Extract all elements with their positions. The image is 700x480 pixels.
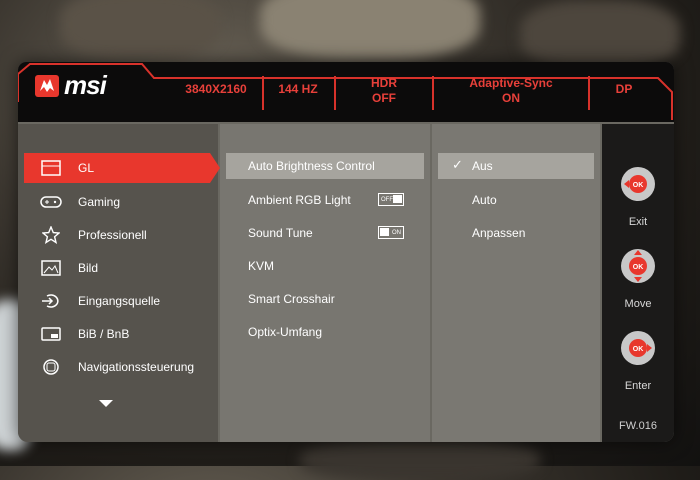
submenu-item-label: Ambient RGB Light: [248, 193, 351, 207]
menu-item-bild[interactable]: Bild: [24, 253, 210, 283]
option-auto[interactable]: Auto: [438, 187, 594, 213]
input-readout: DP: [615, 82, 633, 96]
menu-item-label: BiB / BnB: [78, 327, 130, 341]
menu-item-navigationssteuerung[interactable]: Navigationssteuerung: [24, 352, 210, 382]
submenu-item-ambient-rgb[interactable]: Ambient RGB Light OFF: [226, 187, 424, 213]
option-aus[interactable]: ✓ Aus: [438, 153, 594, 179]
dragon-icon: [35, 74, 59, 97]
menu-item-eingangsquelle[interactable]: Eingangsquelle: [24, 286, 210, 316]
osd-panel: msi 3840X2160 144 HZ HDR OFF Adaptive-Sy…: [18, 62, 674, 442]
menu-item-gl[interactable]: GL: [24, 153, 220, 183]
move-joystick-icon: OK: [620, 248, 656, 289]
submenu-item-smart-crosshair[interactable]: Smart Crosshair: [226, 286, 424, 312]
menu-item-label: Navigationssteuerung: [78, 360, 195, 374]
input-source-icon: [40, 292, 62, 310]
submenu-item-label: Sound Tune: [248, 226, 313, 240]
hdr-label: HDR: [371, 76, 397, 90]
menu-item-label: Eingangsquelle: [78, 294, 161, 308]
sync-status: Adaptive-Sync ON: [438, 76, 584, 106]
option-anpassen[interactable]: Anpassen: [438, 220, 594, 246]
menu-item-gaming[interactable]: Gaming: [24, 187, 210, 217]
header-divider: [588, 76, 590, 110]
submenu-item-label: Smart Crosshair: [248, 292, 335, 306]
hdr-status: HDR OFF: [340, 76, 428, 106]
image-icon: [40, 259, 62, 277]
toggle-state: ON: [392, 229, 401, 236]
move-label: Move: [624, 298, 652, 310]
resolution-readout: 3840X2160: [185, 82, 247, 96]
exit-label: Exit: [628, 216, 648, 228]
submenu-item-label: KVM: [248, 259, 275, 273]
header-divider: [432, 76, 434, 110]
header-bar: msi 3840X2160 144 HZ HDR OFF Adaptive-Sy…: [18, 62, 674, 122]
ambient-rgb-toggle[interactable]: OFF: [378, 193, 404, 206]
submenu-item-auto-brightness[interactable]: Auto Brightness Control: [226, 153, 424, 179]
exit-joystick-icon: OK: [620, 166, 656, 207]
navigation-icon: [40, 358, 62, 376]
star-icon: [40, 226, 62, 244]
menu-item-label: Bild: [78, 261, 99, 275]
header-divider: [334, 76, 336, 110]
sync-label: Adaptive-Sync: [469, 76, 553, 90]
enter-label: Enter: [624, 380, 652, 392]
chevron-down-icon[interactable]: [98, 396, 114, 414]
menu-item-bib-bnb[interactable]: BiB / BnB: [24, 319, 210, 349]
panel-icon: [40, 159, 62, 177]
refresh-readout: 144 HZ: [278, 82, 318, 96]
firmware-version: FW.016: [619, 420, 657, 432]
hdr-value: OFF: [372, 91, 396, 105]
submenu-item-label: Optix-Umfang: [248, 325, 323, 339]
menu-item-professionell[interactable]: Professionell: [24, 220, 210, 250]
pip-icon: [40, 325, 62, 343]
svg-text:OK: OK: [633, 182, 644, 189]
main-menu: GL Gaming Professionell Bild Eingangsque…: [18, 124, 220, 442]
option-label: Anpassen: [472, 226, 526, 240]
svg-text:OK: OK: [633, 264, 644, 271]
enter-joystick-icon: OK: [620, 330, 656, 371]
submenu-item-optix-umfang[interactable]: Optix-Umfang: [226, 319, 424, 345]
checkmark-icon: ✓: [452, 157, 463, 172]
menu-item-label: Gaming: [78, 195, 121, 209]
msi-logo: msi: [34, 70, 107, 101]
sync-value: ON: [502, 91, 520, 105]
submenu: Auto Brightness Control Ambient RGB Ligh…: [220, 124, 430, 442]
submenu-item-sound-tune[interactable]: Sound Tune ON: [226, 220, 424, 246]
menu-item-label: Professionell: [78, 228, 147, 242]
brand-name: msi: [64, 70, 107, 100]
control-guide: OK Exit OK Move OK Enter FW.016: [602, 124, 674, 442]
options-list: ✓ Aus Auto Anpassen: [432, 124, 600, 442]
option-label: Auto: [472, 193, 497, 207]
submenu-item-kvm[interactable]: KVM: [226, 253, 424, 279]
sound-tune-toggle[interactable]: ON: [378, 226, 404, 239]
gamepad-icon: [40, 193, 62, 211]
submenu-item-label: Auto Brightness Control: [248, 159, 375, 173]
header-divider: [262, 76, 264, 110]
option-label: Aus: [472, 159, 493, 173]
menu-item-label: GL: [78, 161, 95, 175]
svg-text:OK: OK: [633, 346, 644, 353]
toggle-state: OFF: [381, 196, 393, 203]
